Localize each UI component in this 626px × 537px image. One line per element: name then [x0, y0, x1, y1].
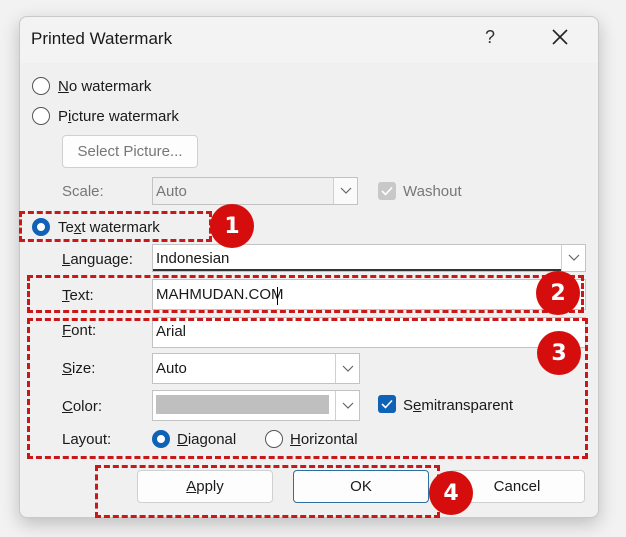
language-select[interactable]: Indonesian: [152, 244, 586, 272]
picture-watermark-label[interactable]: Picture watermark: [58, 108, 179, 125]
scale-select[interactable]: Auto: [152, 177, 358, 205]
washout-label: Washout: [403, 183, 462, 200]
language-value: Indonesian: [156, 250, 230, 267]
close-button[interactable]: [548, 25, 572, 49]
no-watermark-radio[interactable]: [32, 77, 50, 95]
language-label: Language:: [62, 251, 133, 268]
highlight-box-2: [27, 275, 584, 313]
checkmark-icon: [381, 186, 393, 196]
chevron-down-icon: [340, 187, 351, 194]
highlight-box-1: [19, 211, 212, 242]
help-button[interactable]: ?: [480, 27, 500, 48]
close-icon: [552, 29, 568, 45]
washout-checkbox[interactable]: [378, 182, 396, 200]
dialog-title: Printed Watermark: [31, 29, 173, 48]
scale-value: Auto: [156, 183, 187, 200]
no-watermark-label[interactable]: No watermark: [58, 78, 151, 95]
focus-underline: [153, 269, 561, 271]
picture-watermark-radio[interactable]: [32, 107, 50, 125]
highlight-box-3: [27, 318, 588, 459]
step-badge-4: 4: [429, 471, 473, 515]
step-badge-2: 2: [536, 271, 580, 315]
step-badge-3: 3: [537, 331, 581, 375]
step-badge-1: 1: [210, 204, 254, 248]
select-picture-button[interactable]: Select Picture...: [62, 135, 198, 168]
highlight-box-4: [95, 465, 440, 518]
scale-label: Scale:: [62, 183, 104, 200]
chevron-down-icon: [568, 254, 579, 261]
title-bar: Printed Watermark ?: [20, 17, 598, 63]
scale-dropdown-button[interactable]: [333, 178, 357, 204]
language-dropdown-button[interactable]: [561, 245, 585, 271]
